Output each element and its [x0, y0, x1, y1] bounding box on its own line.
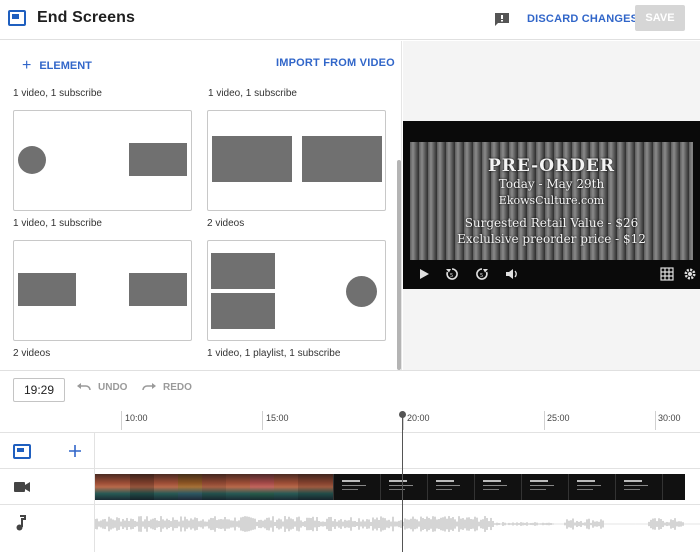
template-caption: 1 video, 1 playlist, 1 subscribe: [207, 348, 341, 359]
subscribe-placeholder: [18, 146, 46, 174]
video-thumbnail: [333, 474, 380, 500]
video-thumbnail: [95, 474, 130, 500]
video-camera-icon: [14, 482, 30, 492]
timeline-tracks: [0, 432, 700, 552]
video-text-line: Surgested Retail Value - $26: [464, 216, 639, 230]
video-placeholder: [18, 273, 76, 306]
video-placeholder: [129, 143, 187, 176]
video-text-line: PRE-ORDER: [487, 156, 615, 176]
video-thumbnail: [474, 474, 521, 500]
video-placeholder: [212, 136, 292, 182]
video-thumbnail: [154, 474, 178, 500]
save-button[interactable]: SAVE: [635, 5, 685, 31]
video-thumbnail: [427, 474, 474, 500]
tick-line: [121, 411, 122, 430]
video-track[interactable]: [0, 468, 700, 504]
video-thumbnail: [274, 474, 298, 500]
video-thumbnail: [662, 474, 685, 500]
video-thumbnail: [615, 474, 662, 500]
template-card[interactable]: [13, 240, 192, 341]
video-text-line: Exclulsive preorder price - $12: [457, 232, 646, 246]
video-thumbnail: [178, 474, 202, 500]
playhead[interactable]: [402, 414, 403, 552]
import-from-video-button[interactable]: IMPORT FROM VIDEO: [276, 57, 395, 69]
video-thumbnail: [380, 474, 427, 500]
page-title: End Screens: [37, 9, 136, 26]
plus-icon: +: [22, 57, 32, 74]
templates-panel: + ELEMENT IMPORT FROM VIDEO 1 video, 1 su…: [0, 41, 402, 370]
template-caption: 2 videos: [207, 218, 245, 229]
tick-label: 30:00: [658, 413, 681, 423]
redo-label: REDO: [163, 382, 192, 393]
video-thumbnail: [521, 474, 568, 500]
discard-changes-button[interactable]: DISCARD CHANGES: [521, 8, 644, 30]
current-time-field[interactable]: 19:29: [13, 378, 65, 402]
add-element-button[interactable]: + ELEMENT: [22, 56, 92, 74]
end-screen-track[interactable]: [0, 432, 700, 468]
template-caption: 1 video, 1 subscribe: [208, 88, 297, 99]
volume-icon[interactable]: [505, 267, 519, 281]
header-bar: End Screens DISCARD CHANGES SAVE: [0, 0, 700, 40]
grid-icon[interactable]: [660, 267, 674, 281]
video-thumbnail: [130, 474, 154, 500]
redo-button[interactable]: REDO: [141, 382, 192, 393]
template-caption: 2 videos: [13, 348, 51, 359]
track-label: [0, 505, 95, 552]
audio-waveform: [95, 516, 700, 532]
template-caption: 1 video, 1 subscribe: [13, 218, 102, 229]
rewind-icon[interactable]: 5: [445, 267, 459, 281]
tick-line: [655, 411, 656, 430]
template-caption: 1 video, 1 subscribe: [13, 88, 102, 99]
video-placeholder: [302, 136, 382, 182]
video-filmstrip[interactable]: [95, 474, 685, 500]
redo-icon: [142, 383, 156, 391]
music-note-icon: [16, 515, 26, 531]
playhead-handle[interactable]: [399, 411, 406, 418]
tick-label: 25:00: [547, 413, 570, 423]
end-screen-icon: [13, 444, 31, 459]
template-card[interactable]: [207, 240, 386, 341]
video-thumbnail: [226, 474, 250, 500]
play-icon[interactable]: [417, 267, 431, 281]
svg-text:5: 5: [480, 273, 483, 279]
subscribe-placeholder: [346, 276, 377, 307]
video-placeholder: [211, 253, 275, 289]
template-card[interactable]: [13, 110, 192, 211]
playlist-placeholder: [211, 293, 275, 329]
tick-line: [544, 411, 545, 430]
video-thumbnail: [250, 474, 274, 500]
timeline-toolbar: 19:29 UNDO REDO: [0, 370, 700, 408]
video-thumbnail: [298, 474, 333, 500]
video-frame: PRE-ORDER Today - May 29th EkowsCulture.…: [410, 142, 693, 260]
svg-text:5: 5: [450, 273, 453, 279]
video-thumbnail: [568, 474, 615, 500]
video-text-line: EkowsCulture.com: [498, 194, 605, 207]
end-screen-icon: [8, 10, 26, 26]
tick-label: 15:00: [266, 413, 289, 423]
timeline-ruler[interactable]: 10:00 15:00 20:00 25:00 30:00: [0, 408, 700, 432]
forward-icon[interactable]: 5: [475, 267, 489, 281]
template-card[interactable]: [207, 110, 386, 211]
scrollbar[interactable]: [397, 160, 401, 370]
video-placeholder: [129, 273, 187, 306]
tick-label: 10:00: [125, 413, 148, 423]
undo-label: UNDO: [98, 382, 128, 393]
add-element-icon[interactable]: [68, 444, 82, 458]
track-label: [0, 433, 95, 468]
undo-button[interactable]: UNDO: [76, 382, 127, 393]
undo-icon: [77, 383, 91, 391]
settings-icon[interactable]: [683, 267, 697, 281]
audio-track[interactable]: [0, 504, 700, 552]
video-text-line: Today - May 29th: [498, 177, 605, 191]
tick-label: 20:00: [407, 413, 430, 423]
tick-line: [262, 411, 263, 430]
feedback-icon[interactable]: [494, 12, 510, 27]
video-player[interactable]: PRE-ORDER Today - May 29th EkowsCulture.…: [403, 121, 700, 289]
video-thumbnail: [202, 474, 226, 500]
track-label: [0, 469, 95, 504]
add-element-label: ELEMENT: [39, 60, 92, 72]
